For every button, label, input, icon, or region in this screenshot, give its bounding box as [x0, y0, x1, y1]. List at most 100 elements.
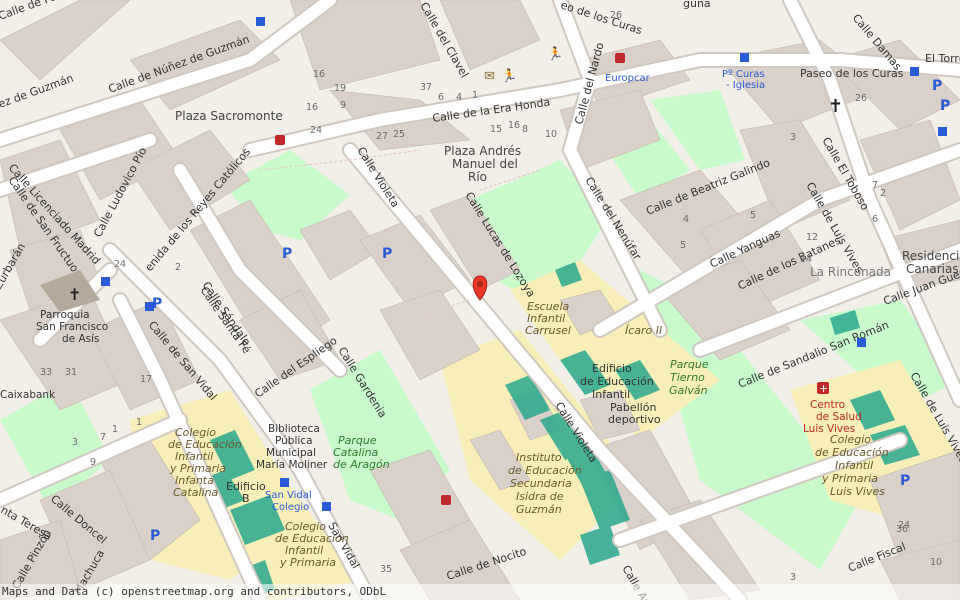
parking-icon: P — [150, 528, 160, 544]
svg-text:Infantil: Infantil — [835, 459, 873, 472]
pharmacy-icon — [615, 53, 625, 63]
svg-text:5: 5 — [750, 210, 756, 221]
mail-icon: ✉ — [484, 69, 495, 84]
svg-text:3: 3 — [72, 437, 78, 448]
poi-pabellon[interactable]: Pabellón deportivo — [608, 401, 661, 426]
svg-text:9: 9 — [90, 457, 96, 468]
svg-text:de Educación: de Educación — [508, 464, 582, 477]
svg-text:33: 33 — [40, 367, 52, 378]
svg-text:2: 2 — [175, 262, 181, 273]
svg-text:16: 16 — [313, 69, 325, 80]
map-view[interactable]: Calle de Núñez de Guzmán ez de Guzmán Ca… — [0, 0, 960, 600]
svg-text:7: 7 — [100, 432, 106, 443]
svg-text:Luis Vives: Luis Vives — [830, 485, 885, 498]
svg-text:Centro: Centro — [810, 399, 845, 411]
place-la-rinconada: La Rinconada — [810, 265, 891, 279]
svg-text:10: 10 — [930, 557, 942, 568]
poi-san-vidal-colegio[interactable]: San Vidal Colegio — [265, 490, 312, 513]
pharmacy-cross-icon: + — [819, 382, 828, 395]
svg-text:y Primaria: y Primaria — [821, 472, 878, 485]
bus-stop-icon — [322, 502, 331, 511]
svg-text:14: 14 — [800, 254, 812, 265]
svg-text:Edificio: Edificio — [592, 362, 632, 375]
svg-text:17: 17 — [140, 374, 152, 385]
svg-text:Carrusel: Carrusel — [525, 324, 571, 337]
poi-europcar[interactable]: Europcar — [605, 73, 651, 84]
svg-text:24: 24 — [114, 259, 126, 270]
street-label-paseo-curas: Paseo de los Curas — [800, 67, 904, 80]
svg-text:27: 27 — [376, 131, 388, 142]
svg-text:de Educación: de Educación — [580, 375, 654, 388]
svg-text:19: 19 — [334, 83, 346, 94]
svg-text:1: 1 — [136, 417, 142, 428]
svg-text:4: 4 — [456, 92, 462, 103]
svg-text:de Aragón: de Aragón — [333, 458, 390, 471]
svg-text:Parque: Parque — [670, 358, 709, 371]
svg-text:Guzmán: Guzmán — [516, 503, 562, 516]
svg-text:31: 31 — [65, 367, 77, 378]
bus-stop-icon — [740, 53, 749, 62]
svg-text:26: 26 — [855, 93, 867, 104]
place-residencial-1: Residencial — [902, 249, 960, 263]
church-icon: ✝ — [68, 285, 81, 304]
street-label-el-torre: El Torre — [925, 52, 960, 65]
svg-text:Biblioteca: Biblioteca — [268, 423, 320, 435]
place-plaza-andres-2: Manuel del — [452, 157, 518, 171]
svg-text:1: 1 — [472, 90, 478, 101]
svg-text:B: B — [242, 492, 250, 505]
parking-icon: P — [900, 473, 910, 489]
svg-text:y Primaria: y Primaria — [279, 556, 336, 569]
svg-text:26: 26 — [610, 10, 622, 21]
parking-icon: P — [940, 98, 950, 114]
poi-icaro[interactable]: Ícaro II — [625, 324, 662, 337]
svg-text:37: 37 — [420, 82, 432, 93]
svg-text:Pública: Pública — [275, 435, 313, 447]
svg-text:24: 24 — [898, 520, 910, 531]
svg-text:- Iglesia: - Iglesia — [726, 80, 765, 91]
poi-pcuras-iglesia[interactable]: Pº Curas - Iglesia — [722, 69, 765, 91]
svg-text:Municipal: Municipal — [266, 447, 316, 459]
svg-text:10: 10 — [545, 129, 557, 140]
svg-text:Tierno: Tierno — [670, 371, 705, 384]
svg-text:1: 1 — [112, 424, 118, 435]
svg-text:de Asís: de Asís — [62, 333, 100, 345]
svg-text:Colegio: Colegio — [272, 502, 309, 513]
bus-stop-icon — [910, 67, 919, 76]
svg-text:24: 24 — [310, 125, 322, 136]
svg-text:9: 9 — [340, 100, 346, 111]
bus-stop-icon — [101, 277, 110, 286]
poi-escuela-carrusel[interactable]: Escuela Infantil Carrusel — [525, 300, 571, 337]
parking-icon: P — [932, 78, 942, 94]
place-plaza-andres-3: Río — [468, 170, 487, 184]
svg-text:Galván: Galván — [669, 384, 708, 397]
svg-text:6: 6 — [438, 92, 444, 103]
map-attribution[interactable]: Maps and Data (c) openstreetmap.org and … — [0, 584, 960, 600]
place-plaza-andres-1: Plaza Andrés — [444, 144, 521, 158]
svg-text:16: 16 — [508, 120, 520, 131]
bus-stop-icon — [145, 302, 154, 311]
svg-text:Pº Curas: Pº Curas — [722, 69, 765, 80]
place-plaza-sacromonte: Plaza Sacromonte — [175, 109, 283, 123]
svg-text:Instituto: Instituto — [516, 451, 562, 464]
svg-text:deportivo: deportivo — [608, 413, 661, 426]
poi-parque-tierno[interactable]: Parque Tierno Galván — [669, 358, 709, 397]
svg-text:de Educación: de Educación — [815, 446, 889, 459]
svg-text:Isidra de: Isidra de — [516, 490, 564, 503]
bus-stop-icon — [256, 17, 265, 26]
map-canvas: Calle de Núñez de Guzmán ez de Guzmán Ca… — [0, 0, 960, 600]
place-residencial-2: Canarias — [906, 262, 959, 276]
bus-stop-icon — [938, 127, 947, 136]
svg-text:San Vidal: San Vidal — [265, 490, 312, 501]
svg-text:16: 16 — [306, 102, 318, 113]
poi-caixabank[interactable]: Caixabank — [0, 389, 56, 401]
svg-text:8: 8 — [522, 124, 528, 135]
parking-icon: P — [382, 246, 392, 262]
bus-stop-icon — [280, 478, 289, 487]
svg-text:15: 15 — [490, 124, 502, 135]
svg-text:Secundaria: Secundaria — [510, 477, 572, 490]
bus-stop-icon — [857, 338, 866, 347]
svg-text:Infantil: Infantil — [592, 388, 630, 401]
svg-text:7: 7 — [872, 180, 878, 191]
running-icon: 🏃 — [547, 46, 563, 62]
svg-text:25: 25 — [393, 129, 405, 140]
